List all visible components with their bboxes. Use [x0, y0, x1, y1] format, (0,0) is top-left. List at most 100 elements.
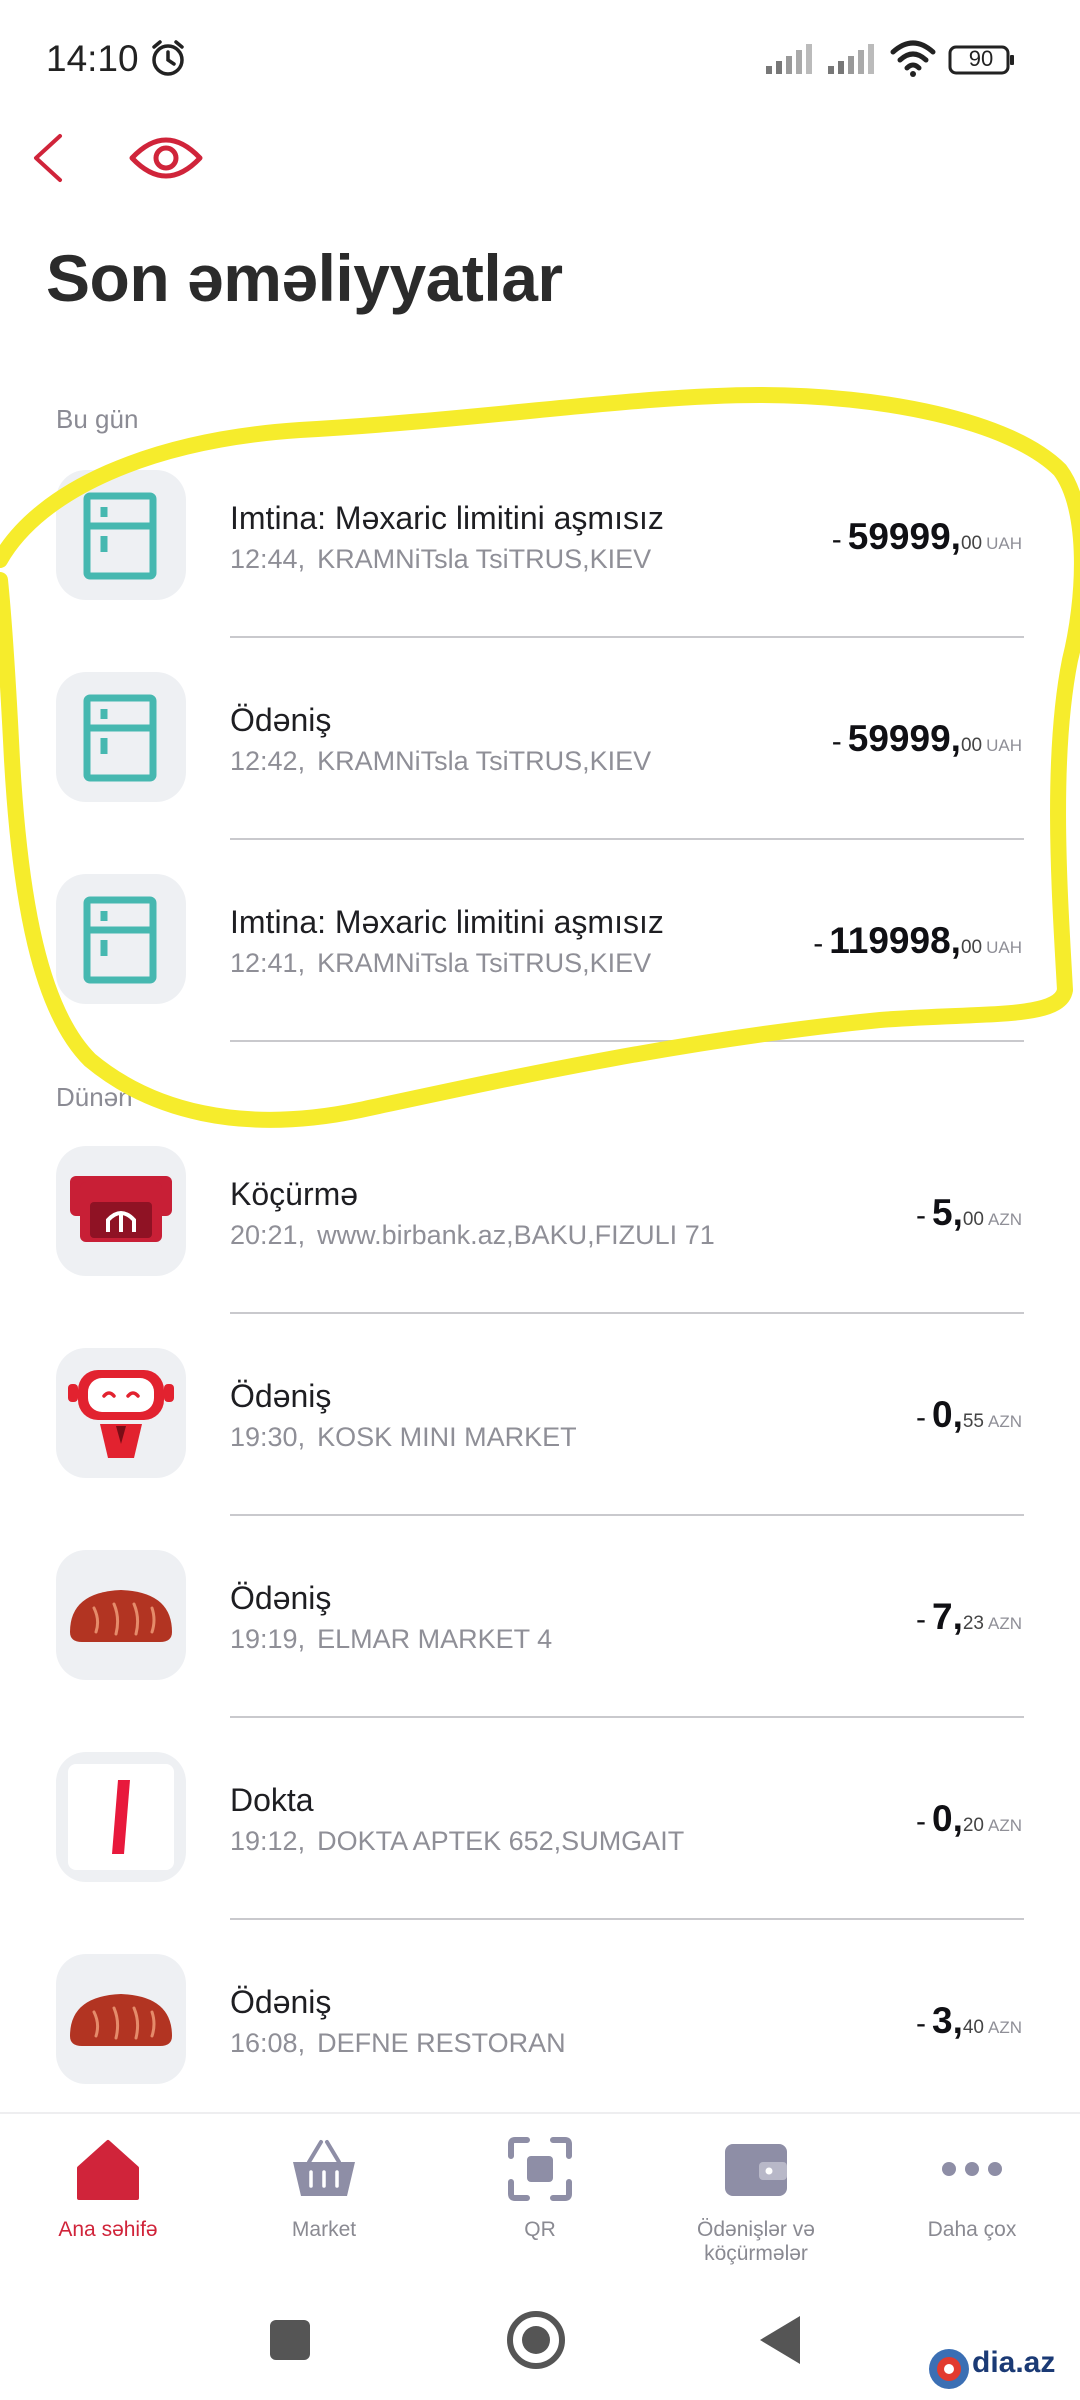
nav-label: Daha çox	[927, 2218, 1017, 2241]
back-triangle-icon[interactable]	[742, 2300, 822, 2380]
transaction-amount: -3,40 AZN	[916, 2000, 1022, 2042]
amount-sign: -	[831, 523, 842, 556]
bread-icon	[56, 1954, 186, 2084]
transaction-row[interactable]: Ödəniş 12:42, KRAMNiTsla TsiTRUS,KIEV -59…	[0, 672, 1080, 872]
amount-whole: 0,	[932, 1798, 963, 1839]
divider	[230, 636, 1024, 638]
home-icon	[77, 2140, 139, 2200]
amount-currency: AZN	[988, 1412, 1022, 1431]
nav-qr[interactable]: QR	[432, 2134, 648, 2264]
transaction-title: Dokta	[230, 1782, 314, 1818]
transaction-row[interactable]: Ödəniş 19:19, ELMAR MARKET 4 -7,23 AZN	[0, 1550, 1080, 1750]
amount-currency: AZN	[988, 2018, 1022, 2037]
signal-icon	[766, 44, 812, 74]
transaction-time: 12:42,	[230, 746, 306, 776]
transaction-amount: -0,55 AZN	[916, 1394, 1022, 1436]
amount-cents: 23	[962, 1613, 984, 1634]
nav-market[interactable]: Market	[216, 2134, 432, 2264]
transaction-amount: -119998,00 UAH	[813, 920, 1022, 962]
nav-payments[interactable]: Ödənişlər və köçürmələr	[648, 2134, 864, 2265]
amount-whole: 59999,	[847, 516, 961, 557]
atm-icon	[56, 1146, 186, 1276]
status-time: 14:10	[46, 38, 139, 79]
amount-currency: UAH	[986, 938, 1022, 957]
amount-sign: -	[831, 725, 842, 758]
transaction-title: Ödəniş	[230, 702, 332, 738]
dokta-logo-icon	[56, 1752, 186, 1882]
alarm-icon	[152, 40, 184, 76]
amount-sign: -	[916, 1603, 926, 1636]
bottom-nav: Ana səhifə Market QR Ödənişlər və köçürm…	[0, 2112, 1080, 2265]
transaction-title: Ödəniş	[230, 1580, 332, 1616]
fridge-icon	[56, 874, 186, 1004]
back-button[interactable]	[22, 128, 82, 188]
transaction-subtitle: 20:21, www.birbank.az,BAKU,FIZULI 71	[230, 1220, 715, 1251]
page-title: Son əməliyyatlar	[46, 241, 563, 315]
divider	[230, 838, 1024, 840]
transaction-row[interactable]: Ödəniş 19:30, KOSK MINI MARKET -0,55 AZN	[0, 1348, 1080, 1548]
transaction-merchant: DEFNE RESTORAN	[317, 2028, 566, 2058]
transaction-row[interactable]: Imtina: Məxaric limitini aşmısız 12:44, K…	[0, 470, 1080, 670]
divider	[230, 1716, 1024, 1718]
nav-more[interactable]: Daha çox	[864, 2134, 1080, 2264]
amount-currency: AZN	[988, 1210, 1022, 1229]
divider	[230, 1312, 1024, 1314]
transaction-title: Ödəniş	[230, 1378, 332, 1414]
amount-whole: 7,	[932, 1596, 963, 1637]
transaction-amount: -0,20 AZN	[916, 1798, 1022, 1840]
home-circle-icon[interactable]	[496, 2300, 576, 2380]
transaction-time: 19:19,	[230, 1624, 306, 1654]
signal-icon-2	[828, 44, 874, 74]
amount-sign: -	[916, 1401, 926, 1434]
eye-toggle-icon[interactable]	[128, 130, 204, 186]
transaction-time: 12:41,	[230, 948, 306, 978]
recents-icon[interactable]	[250, 2300, 330, 2380]
amount-sign: -	[916, 1805, 926, 1838]
amount-currency: UAH	[986, 736, 1022, 755]
fridge-icon	[56, 470, 186, 600]
transaction-time: 20:21,	[230, 1220, 306, 1250]
transaction-merchant: ELMAR MARKET 4	[317, 1624, 553, 1654]
nav-home[interactable]: Ana səhifə	[0, 2134, 216, 2264]
amount-whole: 0,	[932, 1394, 963, 1435]
battery-level: 90	[968, 46, 994, 71]
transaction-row[interactable]: Köçürmə 20:21, www.birbank.az,BAKU,FIZULI…	[0, 1146, 1080, 1346]
system-nav-bar	[0, 2282, 1080, 2400]
transaction-amount: -5,00 AZN	[916, 1192, 1022, 1234]
amount-cents: 00	[960, 735, 983, 756]
amount-sign: -	[916, 2007, 926, 2040]
fridge-icon	[56, 672, 186, 802]
amount-cents: 40	[962, 2017, 984, 2038]
qr-scan-icon	[508, 2137, 572, 2201]
transaction-row[interactable]: Dokta 19:12, DOKTA APTEK 652,SUMGAIT -0,2…	[0, 1752, 1080, 1952]
transaction-subtitle: 12:44, KRAMNiTsla TsiTRUS,KIEV	[230, 544, 651, 575]
transaction-title: Köçürmə	[230, 1176, 359, 1212]
transaction-merchant: KRAMNiTsla TsiTRUS,KIEV	[317, 746, 652, 776]
transaction-merchant: www.birbank.az,BAKU,FIZULI 71	[317, 1220, 715, 1250]
robot-icon	[56, 1348, 186, 1478]
transaction-title: Ödəniş	[230, 1984, 332, 2020]
transaction-merchant: DOKTA APTEK 652,SUMGAIT	[317, 1826, 685, 1856]
more-dots-icon	[942, 2162, 1002, 2176]
transaction-time: 19:12,	[230, 1826, 306, 1856]
amount-whole: 119998,	[829, 920, 961, 961]
transaction-title: Imtina: Məxaric limitini aşmısız	[230, 500, 664, 536]
amount-cents: 20	[962, 1815, 984, 1836]
wifi-icon	[890, 40, 936, 77]
status-bar: 14:10 90	[0, 0, 1080, 120]
amount-whole: 5,	[932, 1192, 963, 1233]
wallet-icon	[725, 2144, 787, 2196]
amount-whole: 59999,	[847, 718, 961, 759]
amount-cents: 55	[962, 1411, 984, 1432]
amount-cents: 00	[960, 533, 983, 554]
basket-icon	[293, 2140, 355, 2196]
amount-sign: -	[813, 927, 824, 960]
section-label-yesterday: Dünən	[56, 1082, 133, 1112]
divider	[230, 1918, 1024, 1920]
amount-currency: AZN	[988, 1614, 1022, 1633]
bread-icon	[56, 1550, 186, 1680]
amount-sign: -	[916, 1199, 926, 1232]
transaction-amount: -59999,00 UAH	[832, 718, 1022, 760]
transaction-subtitle: 19:30, KOSK MINI MARKET	[230, 1422, 577, 1453]
transaction-row[interactable]: Imtina: Məxaric limitini aşmısız 12:41, K…	[0, 874, 1080, 1074]
